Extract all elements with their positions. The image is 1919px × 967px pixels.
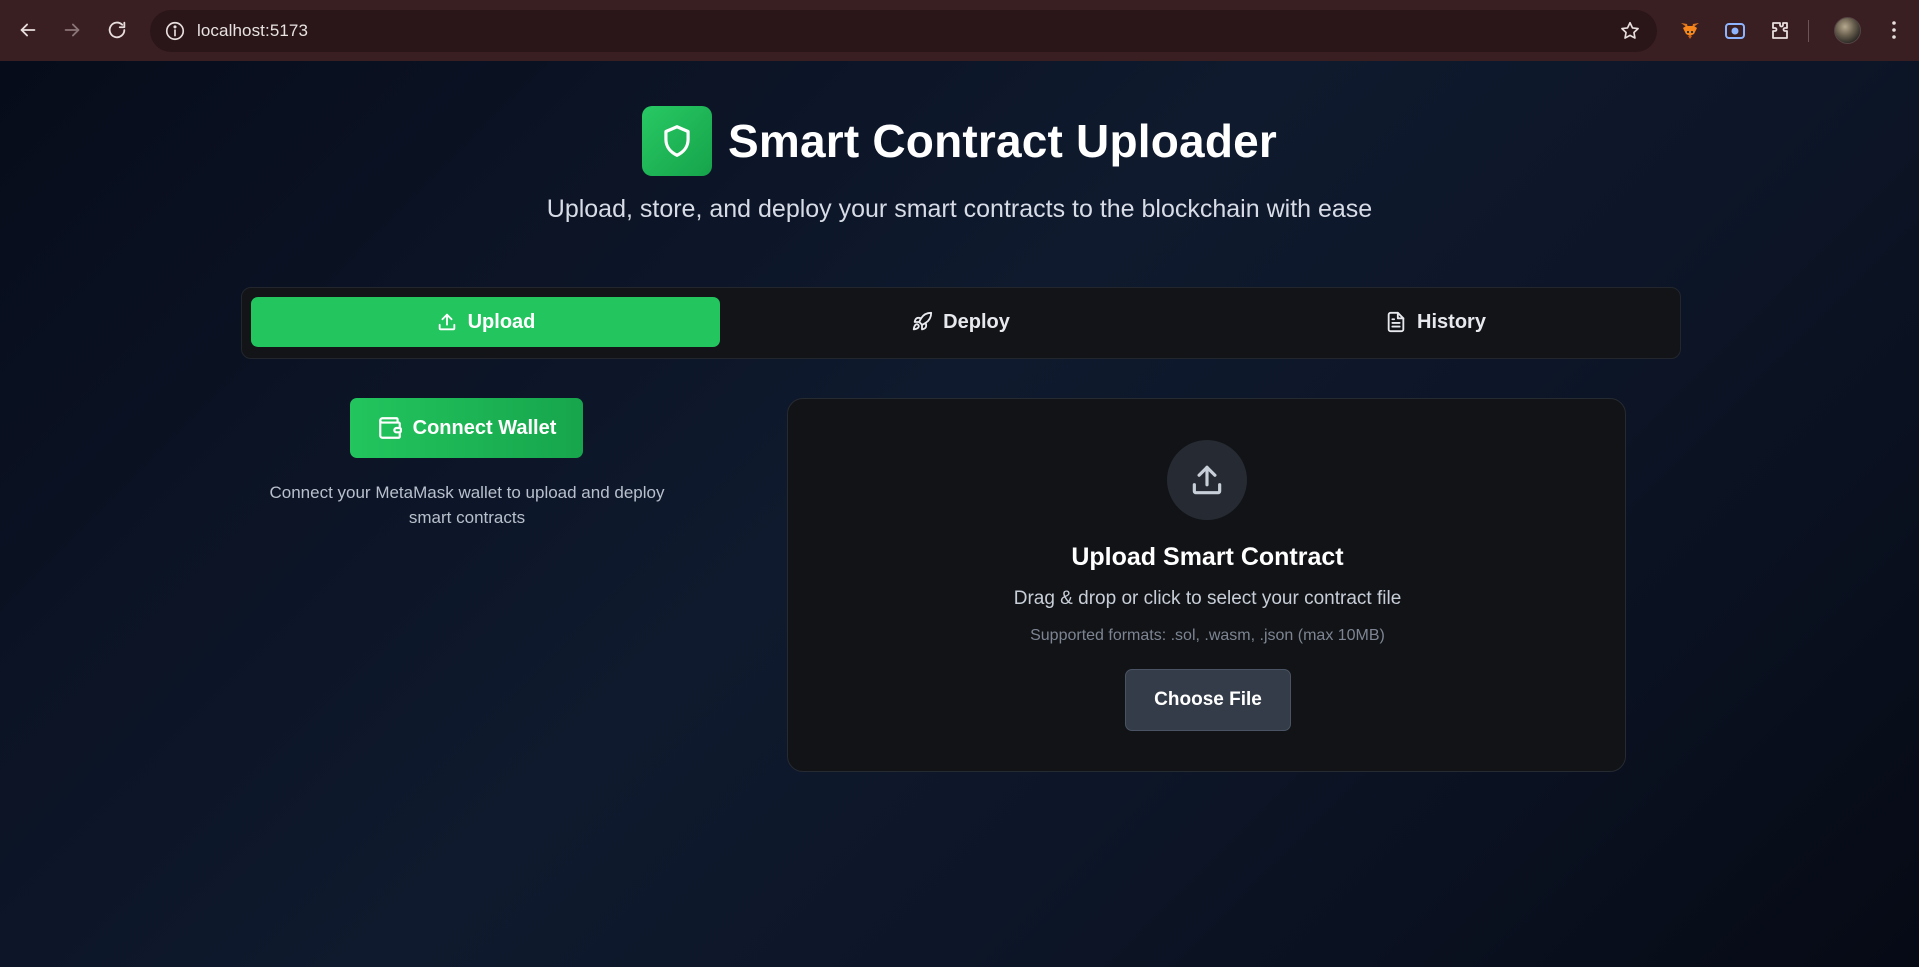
rocket-icon <box>912 311 933 331</box>
wallet-icon <box>378 417 402 439</box>
screen-capture-icon[interactable] <box>1723 19 1747 43</box>
arrow-right-icon <box>64 23 80 37</box>
tab-history[interactable]: History <box>1201 297 1670 347</box>
upload-icon <box>1192 465 1222 495</box>
tab-history-label: History <box>1417 310 1486 333</box>
reload-button[interactable] <box>97 10 137 50</box>
logo-badge <box>641 106 712 176</box>
shield-icon <box>664 125 690 157</box>
page-title: Smart Contract Uploader <box>727 115 1278 167</box>
tab-deploy-label: Deploy <box>943 310 1010 333</box>
upload-description: Drag & drop or click to select your cont… <box>1013 588 1402 609</box>
arrow-left-icon <box>20 23 36 37</box>
tab-deploy[interactable]: Deploy <box>726 297 1195 347</box>
tab-upload-label: Upload <box>467 310 536 333</box>
reload-icon <box>108 21 126 39</box>
toolbar-divider <box>1808 20 1809 42</box>
tab-bar: Upload Deploy History <box>241 287 1681 359</box>
star-icon[interactable] <box>1619 20 1641 42</box>
site-info-icon[interactable] <box>164 20 186 42</box>
address-bar[interactable]: localhost:5173 <box>150 10 1657 52</box>
forward-button[interactable] <box>52 10 92 50</box>
connect-wallet-button[interactable]: Connect Wallet <box>350 398 583 458</box>
upload-dropzone[interactable]: Upload Smart Contract Drag & drop or cli… <box>787 398 1626 772</box>
more-vertical-icon[interactable] <box>1882 18 1906 42</box>
choose-file-button[interactable]: Choose File <box>1125 669 1291 731</box>
supported-formats: Supported formats: .sol, .wasm, .json (m… <box>1030 627 1385 644</box>
tab-upload[interactable]: Upload <box>251 297 720 347</box>
upload-title: Upload Smart Contract <box>1071 543 1344 571</box>
upload-icon-circle <box>1167 440 1247 520</box>
upload-icon <box>438 313 455 331</box>
back-button[interactable] <box>8 10 48 50</box>
url-text[interactable]: localhost:5173 <box>197 21 308 41</box>
connect-wallet-hint: Connect your MetaMask wallet to upload a… <box>269 483 665 527</box>
extensions-puzzle-icon[interactable] <box>1768 19 1792 43</box>
page-subtitle: Upload, store, and deploy your smart con… <box>546 195 1373 223</box>
app-main: Smart Contract Uploader Upload, store, a… <box>0 61 1919 967</box>
page-header: Smart Contract Uploader <box>0 101 1919 181</box>
browser-toolbar: localhost:5173 <box>0 0 1919 61</box>
file-text-icon <box>1387 311 1405 333</box>
metamask-fox-icon[interactable] <box>1678 19 1702 43</box>
profile-avatar[interactable] <box>1834 17 1861 44</box>
connect-wallet-label: Connect Wallet <box>412 416 557 439</box>
